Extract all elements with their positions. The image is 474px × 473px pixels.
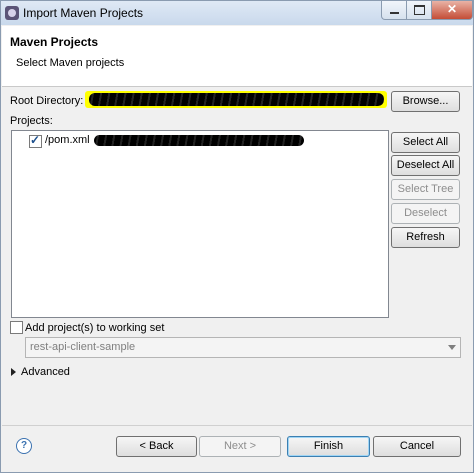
chevron-right-icon[interactable] [11, 368, 16, 376]
app-icon [5, 6, 19, 20]
project-checkbox[interactable] [29, 133, 42, 148]
deselect-tree-button[interactable]: Deselect Tree [391, 203, 460, 238]
deselect-all-button[interactable]: Deselect All [391, 155, 460, 176]
minimize-icon [390, 12, 399, 14]
advanced-toggle[interactable]: Advanced [21, 366, 70, 378]
working-set-value: rest-api-client-sample [30, 341, 136, 353]
redacted-project-name [94, 135, 304, 146]
page-subtitle: Select Maven projects [16, 57, 125, 69]
finish-button[interactable]: Finish [287, 436, 370, 457]
refresh-button[interactable]: Refresh [391, 227, 460, 248]
projects-label: Projects: [10, 115, 53, 127]
minimize-button[interactable] [381, 1, 408, 20]
window-title: Import Maven Projects [23, 6, 144, 20]
back-button[interactable]: < Back [116, 436, 197, 457]
working-set-combo[interactable]: rest-api-client-sample [25, 337, 461, 358]
working-set-checkbox[interactable] [10, 321, 23, 334]
close-button[interactable]: ✕ [431, 1, 473, 20]
next-button[interactable]: Next > [199, 436, 281, 457]
working-set-label: Add project(s) to working set [25, 322, 165, 334]
redacted-root-directory[interactable] [89, 93, 384, 106]
project-label: /pom.xml [45, 134, 90, 146]
maximize-icon [414, 5, 425, 15]
maximize-button[interactable] [406, 1, 433, 20]
close-icon: ✕ [446, 2, 458, 16]
cancel-button[interactable]: Cancel [373, 436, 461, 457]
chevron-down-icon [448, 345, 456, 350]
import-maven-projects-dialog: Import Maven Projects ✕ Maven Projects S… [0, 0, 474, 473]
page-title: Maven Projects [10, 35, 99, 49]
root-directory-label: Root Directory: [10, 95, 84, 107]
help-icon[interactable]: ? [16, 438, 32, 454]
tree-item[interactable]: /pom.xml [12, 131, 388, 149]
footer-divider [2, 425, 472, 426]
projects-tree[interactable]: /pom.xml [11, 130, 389, 318]
select-all-button[interactable]: Select All [391, 132, 460, 153]
select-tree-button[interactable]: Select Tree [391, 179, 460, 200]
title-bar[interactable]: Import Maven Projects ✕ [1, 1, 473, 25]
wizard-header: Maven Projects Select Maven projects [2, 26, 472, 87]
browse-button[interactable]: Browse... [391, 91, 460, 112]
